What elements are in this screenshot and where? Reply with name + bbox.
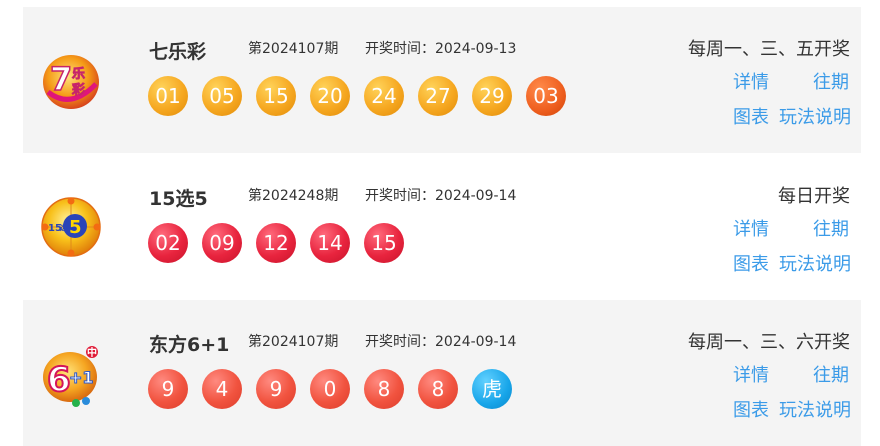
special-ball: 03 [526, 76, 566, 116]
lottery-name: 15选5 [149, 188, 208, 210]
result-ball: 24 [364, 76, 404, 116]
svg-text:7: 7 [50, 60, 72, 98]
issue-number: 第2024107期 [248, 41, 339, 57]
result-balls: 9 4 9 0 8 8 虎 [148, 369, 526, 409]
past-results-link[interactable]: 往期 [813, 68, 849, 94]
15x5-logo: 5 15 选 [40, 187, 102, 267]
svg-text:5: 5 [69, 217, 82, 238]
result-ball: 01 [148, 76, 188, 116]
draw-time: 开奖时间：2024-09-14 [365, 334, 517, 350]
lottery-list: 7 乐 彩 七乐彩 第2024107期 开奖时间：2024-09-13 01 0… [0, 0, 880, 446]
qilecai-logo: 7 乐 彩 [40, 40, 102, 120]
result-ball: 12 [256, 223, 296, 263]
result-ball: 9 [148, 369, 188, 409]
lottery-row-dongfang61: 6 +1 中 东方6+1 第2024107期 开奖时间：2024-09-14 9… [23, 300, 861, 446]
result-ball: 8 [418, 369, 458, 409]
draw-time: 开奖时间：2024-09-13 [365, 41, 517, 57]
zodiac-ball: 虎 [472, 369, 512, 409]
draw-schedule: 每周一、三、六开奖 [688, 332, 850, 353]
result-ball: 15 [364, 223, 404, 263]
detail-link[interactable]: 详情 [733, 215, 769, 241]
draw-schedule: 每周一、三、五开奖 [688, 39, 850, 60]
draw-time: 开奖时间：2024-09-14 [365, 188, 517, 204]
rules-link[interactable]: 玩法说明 [779, 250, 851, 276]
result-ball: 0 [310, 369, 350, 409]
result-ball: 8 [364, 369, 404, 409]
svg-text:+1: +1 [69, 368, 94, 387]
result-ball: 20 [310, 76, 350, 116]
detail-link[interactable]: 详情 [733, 361, 769, 387]
dongfang61-logo: 6 +1 中 [40, 333, 102, 413]
lottery-row-qilecai: 7 乐 彩 七乐彩 第2024107期 开奖时间：2024-09-13 01 0… [23, 7, 861, 153]
result-ball: 14 [310, 223, 350, 263]
svg-text:选: 选 [60, 223, 67, 232]
result-ball: 4 [202, 369, 242, 409]
rules-link[interactable]: 玩法说明 [779, 396, 851, 422]
svg-text:中: 中 [87, 346, 97, 359]
chart-link[interactable]: 图表 [733, 103, 769, 129]
past-results-link[interactable]: 往期 [813, 215, 849, 241]
draw-schedule: 每日开奖 [778, 186, 850, 207]
result-ball: 05 [202, 76, 242, 116]
past-results-link[interactable]: 往期 [813, 361, 849, 387]
result-ball: 29 [472, 76, 512, 116]
result-ball: 15 [256, 76, 296, 116]
issue-number: 第2024107期 [248, 334, 339, 350]
chart-link[interactable]: 图表 [733, 396, 769, 422]
chart-link[interactable]: 图表 [733, 250, 769, 276]
result-ball: 02 [148, 223, 188, 263]
lottery-name: 东方6+1 [149, 334, 230, 356]
detail-link[interactable]: 详情 [733, 68, 769, 94]
lottery-name: 七乐彩 [149, 41, 207, 63]
result-ball: 27 [418, 76, 458, 116]
svg-text:彩: 彩 [71, 82, 85, 98]
result-ball: 9 [256, 369, 296, 409]
issue-number: 第2024248期 [248, 188, 339, 204]
result-ball: 09 [202, 223, 242, 263]
result-balls: 01 05 15 20 24 27 29 03 [148, 76, 580, 116]
rules-link[interactable]: 玩法说明 [779, 103, 851, 129]
result-balls: 02 09 12 14 15 [148, 223, 418, 263]
svg-text:6: 6 [47, 360, 71, 400]
lottery-row-15x5: 5 15 选 15选5 第2024248期 开奖时间：2024-09-14 02… [23, 154, 861, 300]
svg-text:乐: 乐 [72, 66, 85, 82]
